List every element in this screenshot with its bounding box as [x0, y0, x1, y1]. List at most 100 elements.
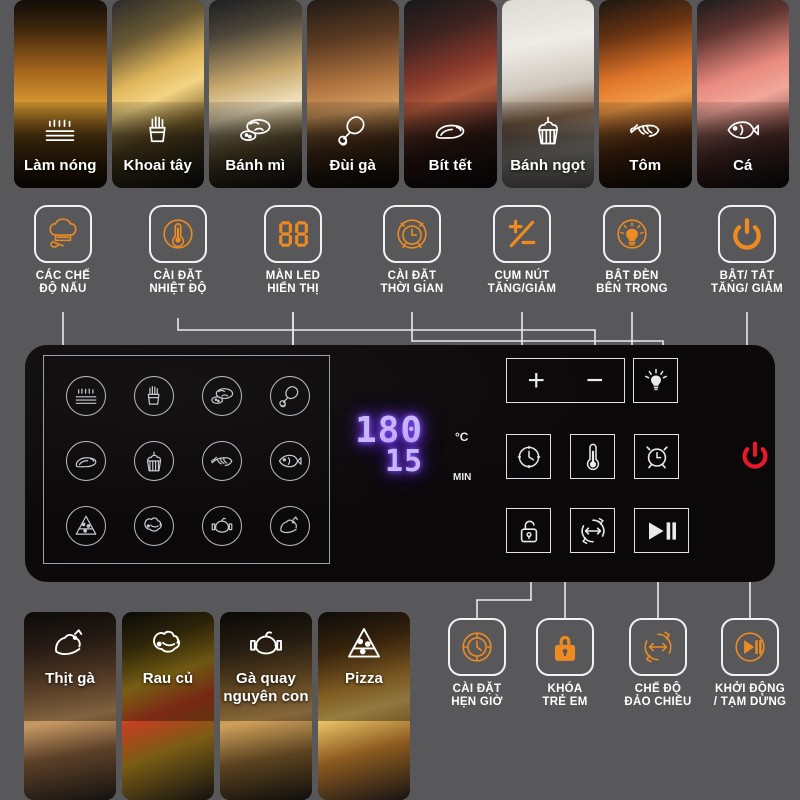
- plus-minus-icon: [508, 219, 536, 248]
- callout-tile[interactable]: [536, 618, 594, 676]
- interior-light-key[interactable]: [633, 358, 678, 403]
- callout-label-line1: CHẾ ĐỘ: [634, 683, 682, 695]
- cupcake-icon: [502, 112, 595, 148]
- fries-icon: [112, 112, 205, 148]
- alarm-key[interactable]: [634, 434, 679, 479]
- mode-cell-preheat[interactable]: [66, 376, 106, 416]
- callout-tile[interactable]: [149, 205, 207, 263]
- preset-label: Pizza: [344, 670, 383, 687]
- led-display: 180 15 °C MIN: [355, 410, 525, 500]
- mode-cell-fish[interactable]: [270, 441, 310, 481]
- callout-label-line1: CÀI ĐẶT: [153, 270, 203, 282]
- mode-cell-steak[interactable]: [66, 441, 106, 481]
- callout-start-pause: KHỞI ĐỘNG / TẠM DỪNG: [695, 618, 800, 709]
- mode-cell-bread[interactable]: [202, 376, 242, 416]
- callout-label: CÀI ĐẶT NHIỆT ĐỘ: [120, 270, 236, 296]
- pizza-icon: [318, 624, 410, 664]
- power-icon: [733, 218, 761, 250]
- mode-cell-shrimp[interactable]: [202, 441, 242, 481]
- callout-label-line2: ĐẢO CHIỀU: [624, 696, 692, 708]
- callout-plus-minus: CỤM NÚT TĂNG/GIẢM: [464, 205, 580, 296]
- callout-tile[interactable]: [493, 205, 551, 263]
- seven-segment-icon: [279, 221, 308, 247]
- mode-cell-whole-roast-chicken[interactable]: [202, 506, 242, 546]
- callout-label: KHỞI ĐỘNG / TẠM DỪNG: [695, 683, 800, 709]
- led-time-unit: MIN: [453, 472, 472, 483]
- vegetables-icon: [153, 630, 181, 653]
- child-lock-key[interactable]: [506, 508, 551, 553]
- mode-cell-pizza[interactable]: [66, 506, 106, 546]
- callout-label: CÁC CHẾ ĐỘ NẤU: [5, 270, 121, 296]
- thermometer-icon: [586, 443, 599, 470]
- preset-label: Thịt gà: [45, 670, 95, 687]
- cooking-mode-grid[interactable]: [43, 355, 330, 564]
- callout-tile[interactable]: [718, 205, 776, 263]
- steak-icon: [75, 457, 97, 468]
- callout-tile[interactable]: [383, 205, 441, 263]
- shrimp-icon: [211, 456, 233, 467]
- preset-label: Khoai tây: [123, 157, 192, 174]
- preset-card[interactable]: Tôm: [599, 0, 692, 188]
- callout-tile[interactable]: [448, 618, 506, 676]
- mode-cell-vegetables[interactable]: [134, 506, 174, 546]
- preset-card[interactable]: Bánh mì: [209, 0, 302, 188]
- preset-card[interactable]: Khoai tây: [111, 0, 205, 188]
- callout-tile[interactable]: [603, 205, 661, 263]
- preset-card[interactable]: Làm nóng: [14, 0, 107, 188]
- rotate-mode-key[interactable]: [570, 508, 615, 553]
- vegetables-icon: [144, 517, 162, 532]
- mode-cell-fries[interactable]: [134, 376, 174, 416]
- power-icon: [742, 441, 768, 469]
- cupcake-icon: [146, 451, 162, 472]
- callout-label-line1: KHÓA: [547, 683, 583, 695]
- start-pause-key[interactable]: [634, 508, 689, 553]
- preset-card[interactable]: Cá: [696, 0, 789, 188]
- callout-label-line2: ĐỘ NẤU: [39, 283, 87, 295]
- chicken-meat-icon: [55, 629, 83, 655]
- whole-roast-chicken-icon: [220, 624, 312, 664]
- fries-icon: [147, 386, 160, 405]
- preset-label: Rau củ: [142, 670, 194, 687]
- callout-tile[interactable]: [34, 205, 92, 263]
- callout-label-line2: / TẠM DỪNG: [713, 696, 787, 708]
- callout-time-setting: CÀI ĐẶT THỜI GIAN: [354, 205, 470, 296]
- fries-icon: [149, 116, 166, 143]
- timer-icon: [462, 632, 492, 662]
- power-key[interactable]: [730, 432, 780, 482]
- plus-minus-key[interactable]: + −: [506, 358, 625, 403]
- callout-label-line1: MÀN LED: [265, 270, 321, 282]
- callout-cooking-modes: CÁC CHẾ ĐỘ NẤU: [5, 205, 121, 296]
- callout-label-line1: CÀI ĐẶT: [387, 270, 437, 282]
- led-temperature-unit: °C: [455, 430, 469, 444]
- preset-card[interactable]: Bít tết: [404, 0, 497, 188]
- callout-tile[interactable]: [264, 205, 322, 263]
- top-preset-strip: Làm nóng Khoai tây Bánh mì Đùi gà Bít tế…: [14, 0, 789, 188]
- callout-label-line2: THỜI GIAN: [380, 283, 444, 295]
- play-pause-icon: [735, 632, 765, 662]
- plus-label: +: [527, 363, 546, 397]
- callout-temp-setting: CÀI ĐẶT NHIỆT ĐỘ: [120, 205, 236, 296]
- preset-card[interactable]: Rau củ: [122, 612, 214, 800]
- rotisserie-icon: [644, 631, 672, 663]
- mode-cell-cupcake[interactable]: [134, 441, 174, 481]
- pizza-icon: [348, 628, 380, 658]
- preset-card[interactable]: Đùi gà: [306, 0, 399, 188]
- callout-label: CÀI ĐẶT THỜI GIAN: [354, 270, 470, 296]
- temperature-key[interactable]: [570, 434, 615, 479]
- steak-icon: [435, 124, 465, 139]
- mode-cell-chicken-meat[interactable]: [270, 506, 310, 546]
- preset-card[interactable]: Pizza: [318, 612, 410, 800]
- fish-icon: [278, 454, 302, 468]
- preset-label: Cá: [733, 157, 753, 174]
- callout-tile[interactable]: [721, 618, 779, 676]
- pizza-icon: [75, 515, 97, 535]
- bottom-preset-strip: Thịt gà Rau củ Gà quay nguyên con Pizza: [24, 612, 416, 800]
- mode-cell-drumstick[interactable]: [270, 376, 310, 416]
- callout-label-line2: BÊN TRONG: [596, 283, 668, 295]
- whole-roast-chicken-icon: [211, 517, 233, 533]
- shrimp-icon: [630, 124, 660, 138]
- callout-tile[interactable]: [629, 618, 687, 676]
- preset-card[interactable]: Bánh ngọt: [501, 0, 595, 188]
- preset-card[interactable]: Gà quay nguyên con: [220, 612, 312, 800]
- preset-card[interactable]: Thịt gà: [24, 612, 116, 800]
